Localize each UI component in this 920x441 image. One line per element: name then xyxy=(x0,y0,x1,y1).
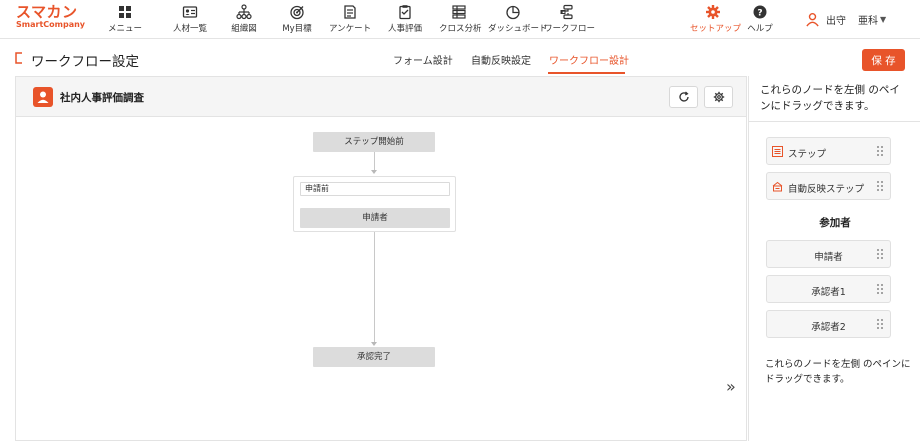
palette-participant-applicant[interactable]: 申請者 xyxy=(766,240,891,268)
nav-cross-analysis-label: クロス分析 xyxy=(439,24,482,34)
participant-label: 申請者 xyxy=(814,252,843,263)
page-header: ワークフロー設定 フォーム設計 自動反映設定 ワークフロー設計 xyxy=(0,40,920,76)
palette-node-label: ステップ xyxy=(788,149,827,160)
palette-node-auto-reflect[interactable]: 自動反映ステップ xyxy=(766,172,891,200)
participants-heading: 参加者 xyxy=(819,217,851,229)
workflow-canvas[interactable]: 社内人事評価調査 ステップ開始前 申請前 申請者 承認完了 » xyxy=(15,76,747,441)
participant-label: 承認者1 xyxy=(811,287,846,298)
nav-org-chart[interactable]: 組織図 xyxy=(229,4,259,36)
drag-handle-icon[interactable] xyxy=(877,146,884,156)
settings-button[interactable] xyxy=(704,86,733,108)
id-card-icon xyxy=(182,6,198,18)
nav-dashboard[interactable]: ダッシュボード xyxy=(488,4,548,36)
nav-talent-list[interactable]: 人材一覧 xyxy=(172,4,208,36)
start-node[interactable]: ステップ開始前 xyxy=(313,132,435,152)
target-icon xyxy=(290,5,304,20)
nav-setup[interactable]: セットアップ xyxy=(690,4,742,36)
arrow-down-icon xyxy=(371,170,377,174)
nav-org-chart-label: 組織図 xyxy=(231,24,257,34)
end-node[interactable]: 承認完了 xyxy=(313,347,435,367)
svg-text:?: ? xyxy=(757,9,762,19)
nav-menu[interactable]: メニュー xyxy=(107,4,143,36)
nav-setup-label: セットアップ xyxy=(690,24,742,34)
palette-hint-bottom: これらのノードを左側 のペインにドラッグできます。 xyxy=(765,359,911,385)
nav-menu-label: メニュー xyxy=(107,24,142,34)
expand-pane-icon[interactable]: » xyxy=(726,377,736,396)
logo-ja: スマカン xyxy=(16,3,78,21)
grid-icon xyxy=(119,6,131,18)
palette-participant-approver-2[interactable]: 承認者2 xyxy=(766,310,891,338)
user-menu[interactable]: 出守 亜科 ▼ xyxy=(805,9,886,29)
participant-label: 承認者2 xyxy=(811,322,846,333)
connector-line xyxy=(374,232,375,342)
palette-participant-approver-1[interactable]: 承認者1 xyxy=(766,275,891,303)
canvas-header: 社内人事評価調査 xyxy=(16,77,746,117)
drag-handle-icon[interactable] xyxy=(877,284,884,294)
cross-analysis-icon xyxy=(452,5,466,19)
survey-icon xyxy=(344,5,356,19)
connector-line xyxy=(374,152,375,170)
user-name: 出守 xyxy=(826,15,846,27)
refresh-icon xyxy=(678,91,689,102)
nav-my-goals[interactable]: My目標 xyxy=(282,4,312,36)
palette-node-label: 自動反映ステップ xyxy=(788,184,865,195)
nav-hr-evaluation-label: 人事評価 xyxy=(387,24,422,34)
nav-workflow-label: ワークフロー xyxy=(544,24,596,34)
step-name-field[interactable]: 申請前 xyxy=(300,182,450,196)
arrow-down-icon xyxy=(371,342,377,346)
nav-survey-label: アンケート xyxy=(329,24,372,34)
nav-talent-list-label: 人材一覧 xyxy=(172,24,207,34)
user-department: 亜科 xyxy=(858,15,878,27)
active-tab-indicator xyxy=(548,72,625,74)
nav-hr-evaluation[interactable]: 人事評価 xyxy=(387,4,423,36)
nav-dashboard-label: ダッシュボード xyxy=(488,24,548,34)
step-node[interactable]: 申請前 申請者 xyxy=(293,176,456,232)
org-chart-icon xyxy=(236,4,252,20)
nav-survey[interactable]: アンケート xyxy=(329,4,371,36)
dashboard-icon xyxy=(506,5,520,20)
step-participant[interactable]: 申請者 xyxy=(300,208,450,228)
nav-cross-analysis[interactable]: クロス分析 xyxy=(439,4,482,36)
drag-handle-icon[interactable] xyxy=(877,319,884,329)
gear-icon xyxy=(706,5,720,19)
nav-my-goals-label: My目標 xyxy=(282,24,312,34)
tab-form-design[interactable]: フォーム設計 xyxy=(393,52,453,67)
form-person-icon xyxy=(33,87,53,107)
refresh-button[interactable] xyxy=(669,86,698,108)
tab-auto-reflect[interactable]: 自動反映設定 xyxy=(471,52,531,67)
form-title: 社内人事評価調査 xyxy=(60,92,144,104)
auto-reflect-icon xyxy=(772,181,783,192)
divider xyxy=(749,121,920,122)
nav-help[interactable]: ? ヘルプ xyxy=(746,4,774,36)
top-nav: スマカン SmartCompany メニュー 人材一覧 組織図 My目標 アンケ… xyxy=(0,0,920,39)
save-button[interactable]: 保 存 xyxy=(862,49,905,71)
workflow-icon xyxy=(560,4,573,20)
help-icon: ? xyxy=(753,5,767,19)
palette-hint: これらのノードを左側 のペインにドラッグできます。 xyxy=(760,84,900,112)
brand-logo[interactable]: スマカン SmartCompany xyxy=(16,4,96,34)
logo-en: SmartCompany xyxy=(16,20,86,29)
page-title: ワークフロー設定 xyxy=(31,54,139,70)
drag-handle-icon[interactable] xyxy=(877,181,884,191)
nav-help-label: ヘルプ xyxy=(747,24,773,34)
nav-workflow[interactable]: ワークフロー xyxy=(544,4,596,36)
tab-workflow-design[interactable]: ワークフロー設計 xyxy=(549,52,629,67)
user-icon xyxy=(806,12,819,27)
step-icon xyxy=(772,146,783,157)
palette-node-step[interactable]: ステップ xyxy=(766,137,891,165)
clipboard-icon xyxy=(399,5,411,20)
gear-icon xyxy=(713,91,724,103)
back-icon[interactable] xyxy=(14,52,24,64)
drag-handle-icon[interactable] xyxy=(877,249,884,259)
node-palette: これらのノードを左側 のペインにドラッグできます。 ステップ 自動反映ステップ … xyxy=(748,76,920,441)
chevron-down-icon: ▼ xyxy=(880,14,887,24)
